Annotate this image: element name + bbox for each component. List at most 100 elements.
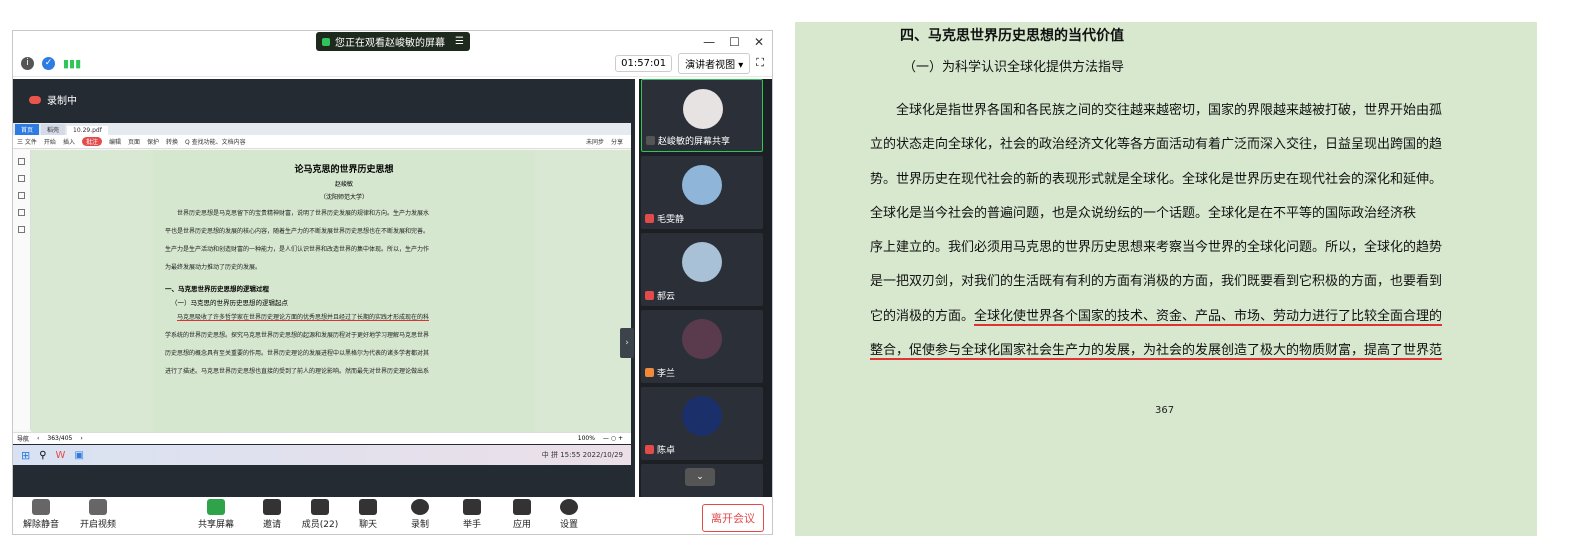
- recording-label: 录制中: [47, 96, 77, 107]
- screen-share-banner: 您正在观看赵峻敏的屏幕 ☰: [316, 32, 470, 51]
- signal-icon[interactable]: ▮▮▮: [63, 57, 81, 70]
- chat-icon: [359, 499, 377, 515]
- windows-start-icon[interactable]: ⊞: [21, 449, 30, 462]
- unmute-button[interactable]: 解除静音: [16, 499, 66, 530]
- tab-docer[interactable]: 稻壳: [41, 124, 66, 135]
- participant-name: 陈卓: [645, 443, 675, 456]
- menu-annotate[interactable]: 批注: [81, 137, 102, 146]
- share-screen-icon: [207, 499, 225, 515]
- pdf-para2-line: 进行了描述。马克思世界历史思想也直接的受到了前人的理论影响。然而最先对世界历史理…: [165, 368, 430, 375]
- bookmark-icon[interactable]: [18, 158, 25, 165]
- doc-heading: 四、马克思世界历史思想的当代价值: [900, 28, 1124, 44]
- hand-icon: [463, 499, 481, 515]
- record-button[interactable]: 录制: [395, 499, 445, 530]
- document-page: 四、马克思世界历史思想的当代价值 （一）为科学认识全球化提供方法指导 全球化是指…: [795, 22, 1537, 536]
- pdf-para1-line: 为最终发展动力推动了历史的发展。: [165, 264, 262, 271]
- tab-pdf[interactable]: 10.29.pdf: [67, 126, 108, 135]
- share-button[interactable]: 分享: [611, 137, 631, 146]
- menu-insert[interactable]: 插入: [63, 137, 75, 146]
- wps-icon[interactable]: W: [56, 450, 66, 461]
- participant-label: 郝云: [657, 292, 676, 302]
- pdf-viewer: 首页 稻壳 10.29.pdf 三 文件 开始 插入 批注 编辑 页面 保护 转…: [13, 123, 631, 444]
- close-button[interactable]: ✕: [754, 35, 764, 49]
- menu-convert[interactable]: 转换: [166, 137, 178, 146]
- menu-protect[interactable]: 保护: [147, 137, 159, 146]
- control-label: 共享屏幕: [197, 520, 234, 530]
- doc-body: 全球化是指世界各国和各民族之间的交往越来越密切，国家的界限越来越被打破，世界开始…: [870, 101, 1456, 375]
- scroll-down-icon[interactable]: ⌄: [685, 468, 715, 486]
- participant-tile[interactable]: 陈卓: [641, 387, 763, 460]
- windows-taskbar: ⊞ ⚲ W ▣ 中 拼 15:55 2022/10/29: [13, 445, 631, 465]
- comment-icon[interactable]: [18, 192, 25, 199]
- participant-label: 毛雯静: [657, 215, 685, 225]
- shield-icon[interactable]: ✓: [42, 56, 55, 70]
- participant-tile[interactable]: 李兰: [641, 310, 763, 383]
- participant-name: 郝云: [645, 289, 675, 302]
- leave-meeting-button[interactable]: 离开会议: [702, 504, 764, 532]
- control-label: 应用: [512, 520, 531, 530]
- members-button[interactable]: 成员(22): [295, 499, 345, 530]
- thumbnail-icon[interactable]: [18, 175, 25, 182]
- participant-label: 李兰: [657, 369, 676, 379]
- sync-status[interactable]: 未同步: [586, 137, 604, 146]
- muted-mic-icon: [645, 291, 654, 300]
- start-video-button[interactable]: 开启视频: [73, 499, 123, 530]
- tray-clock[interactable]: 中 拼 15:55 2022/10/29: [542, 450, 631, 460]
- participant-label: 赵峻敏的屏幕共享: [658, 137, 731, 147]
- mic-off-icon: [32, 499, 50, 515]
- doc-line: 整合，促使参与全球化国家社会生产力的发展，为社会的发展创造了极大的物质财富，提高…: [870, 341, 1456, 375]
- doc-line: 它的消极的方面。全球化使世界各个国家的技术、资金、产品、市场、劳动力进行了比较全…: [870, 307, 1456, 341]
- banner-text: 您正在观看赵峻敏的屏幕: [335, 38, 445, 49]
- tab-home[interactable]: 首页: [15, 124, 40, 135]
- attachment-icon[interactable]: [18, 209, 25, 216]
- pdf-statusbar: 导航 ‹ 363/405 › 100% — ○ +: [13, 432, 631, 444]
- view-mode-button[interactable]: 演讲者视图 ▾: [678, 52, 751, 74]
- menu-edit[interactable]: 编辑: [109, 137, 121, 146]
- minimize-button[interactable]: —: [703, 35, 715, 49]
- menu-start[interactable]: 开始: [44, 137, 56, 146]
- tray-time: 15:55: [560, 451, 581, 459]
- next-page-icon[interactable]: ›: [80, 435, 82, 442]
- meeting-app-icon[interactable]: ▣: [74, 450, 83, 461]
- menu-file[interactable]: 三 文件: [17, 137, 37, 146]
- participant-tile[interactable]: 毛雯静: [641, 156, 763, 229]
- pdf-search[interactable]: Q 查找功能、文档内容: [185, 137, 246, 146]
- participant-tile[interactable]: 赵峻敏的屏幕共享: [641, 79, 763, 152]
- participant-panel: 赵峻敏的屏幕共享 毛雯静 郝云 李兰 陈卓 ⌄: [639, 79, 772, 497]
- collapse-panel-button[interactable]: ›: [620, 328, 634, 358]
- participant-tile[interactable]: 郝云: [641, 233, 763, 306]
- menu-page[interactable]: 页面: [128, 137, 140, 146]
- prev-page-icon[interactable]: ‹: [37, 435, 39, 442]
- settings-button[interactable]: 设置: [544, 499, 594, 530]
- page-indicator[interactable]: 363/405: [47, 435, 72, 442]
- zoom-slider[interactable]: — ○ +: [603, 435, 631, 442]
- stamp-icon[interactable]: [18, 226, 25, 233]
- control-label: 举手: [462, 520, 481, 530]
- invite-button[interactable]: 邀请: [247, 499, 297, 530]
- meeting-controls: 解除静音 开启视频 共享屏幕 邀请 成员(22) 聊天 录制 举手 应用 设置 …: [13, 497, 772, 534]
- avatar: [683, 89, 723, 129]
- search-icon[interactable]: ⚲: [39, 450, 46, 461]
- participant-tile[interactable]: ⌄: [641, 464, 763, 497]
- raise-hand-button[interactable]: 举手: [447, 499, 497, 530]
- apps-button[interactable]: 应用: [497, 499, 547, 530]
- doc-line: 立的状态走向全球化，社会的政治经济文化等各方面活动有着广泛而深入交往，日益呈现出…: [870, 137, 1443, 153]
- chat-button[interactable]: 聊天: [343, 499, 393, 530]
- pdf-para1-line: 生产力是生产活动和创造财富的一种能力，是人们认识世界和改造世界的集中体现。所以，…: [165, 246, 430, 253]
- doc-line: 势。世界历史在现代社会的新的表现形式就是全球化。全球化是世界历史在现代社会的深化…: [870, 171, 1443, 187]
- pdf-para1-line: 平也是世界历史思想的发展的核心内容，随着生产力的不断发展世界历史思想也在不断发展…: [165, 228, 430, 235]
- info-icon[interactable]: i: [21, 56, 34, 70]
- doc-subheading: （一）为科学认识全球化提供方法指导: [903, 60, 1125, 75]
- participant-label: 陈卓: [657, 446, 676, 456]
- fullscreen-icon[interactable]: ⛶: [756, 56, 764, 70]
- share-screen-button[interactable]: 共享屏幕: [191, 499, 241, 530]
- pdf-title: 论马克思的世界历史思想: [294, 165, 394, 175]
- maximize-button[interactable]: ☐: [729, 35, 740, 49]
- doc-line: 全球化是指世界各国和各民族之间的交往越来越密切，国家的界限越来越被打破，世界开始…: [870, 103, 1443, 118]
- banner-menu-icon[interactable]: ☰: [455, 36, 464, 47]
- zoom-level[interactable]: 100%: [578, 435, 595, 442]
- avatar: [682, 165, 722, 205]
- nav-toggle[interactable]: 导航: [17, 434, 29, 443]
- meeting-timer: 01:57:01: [615, 54, 673, 72]
- pdf-tabs: 首页 稻壳 10.29.pdf: [13, 123, 631, 135]
